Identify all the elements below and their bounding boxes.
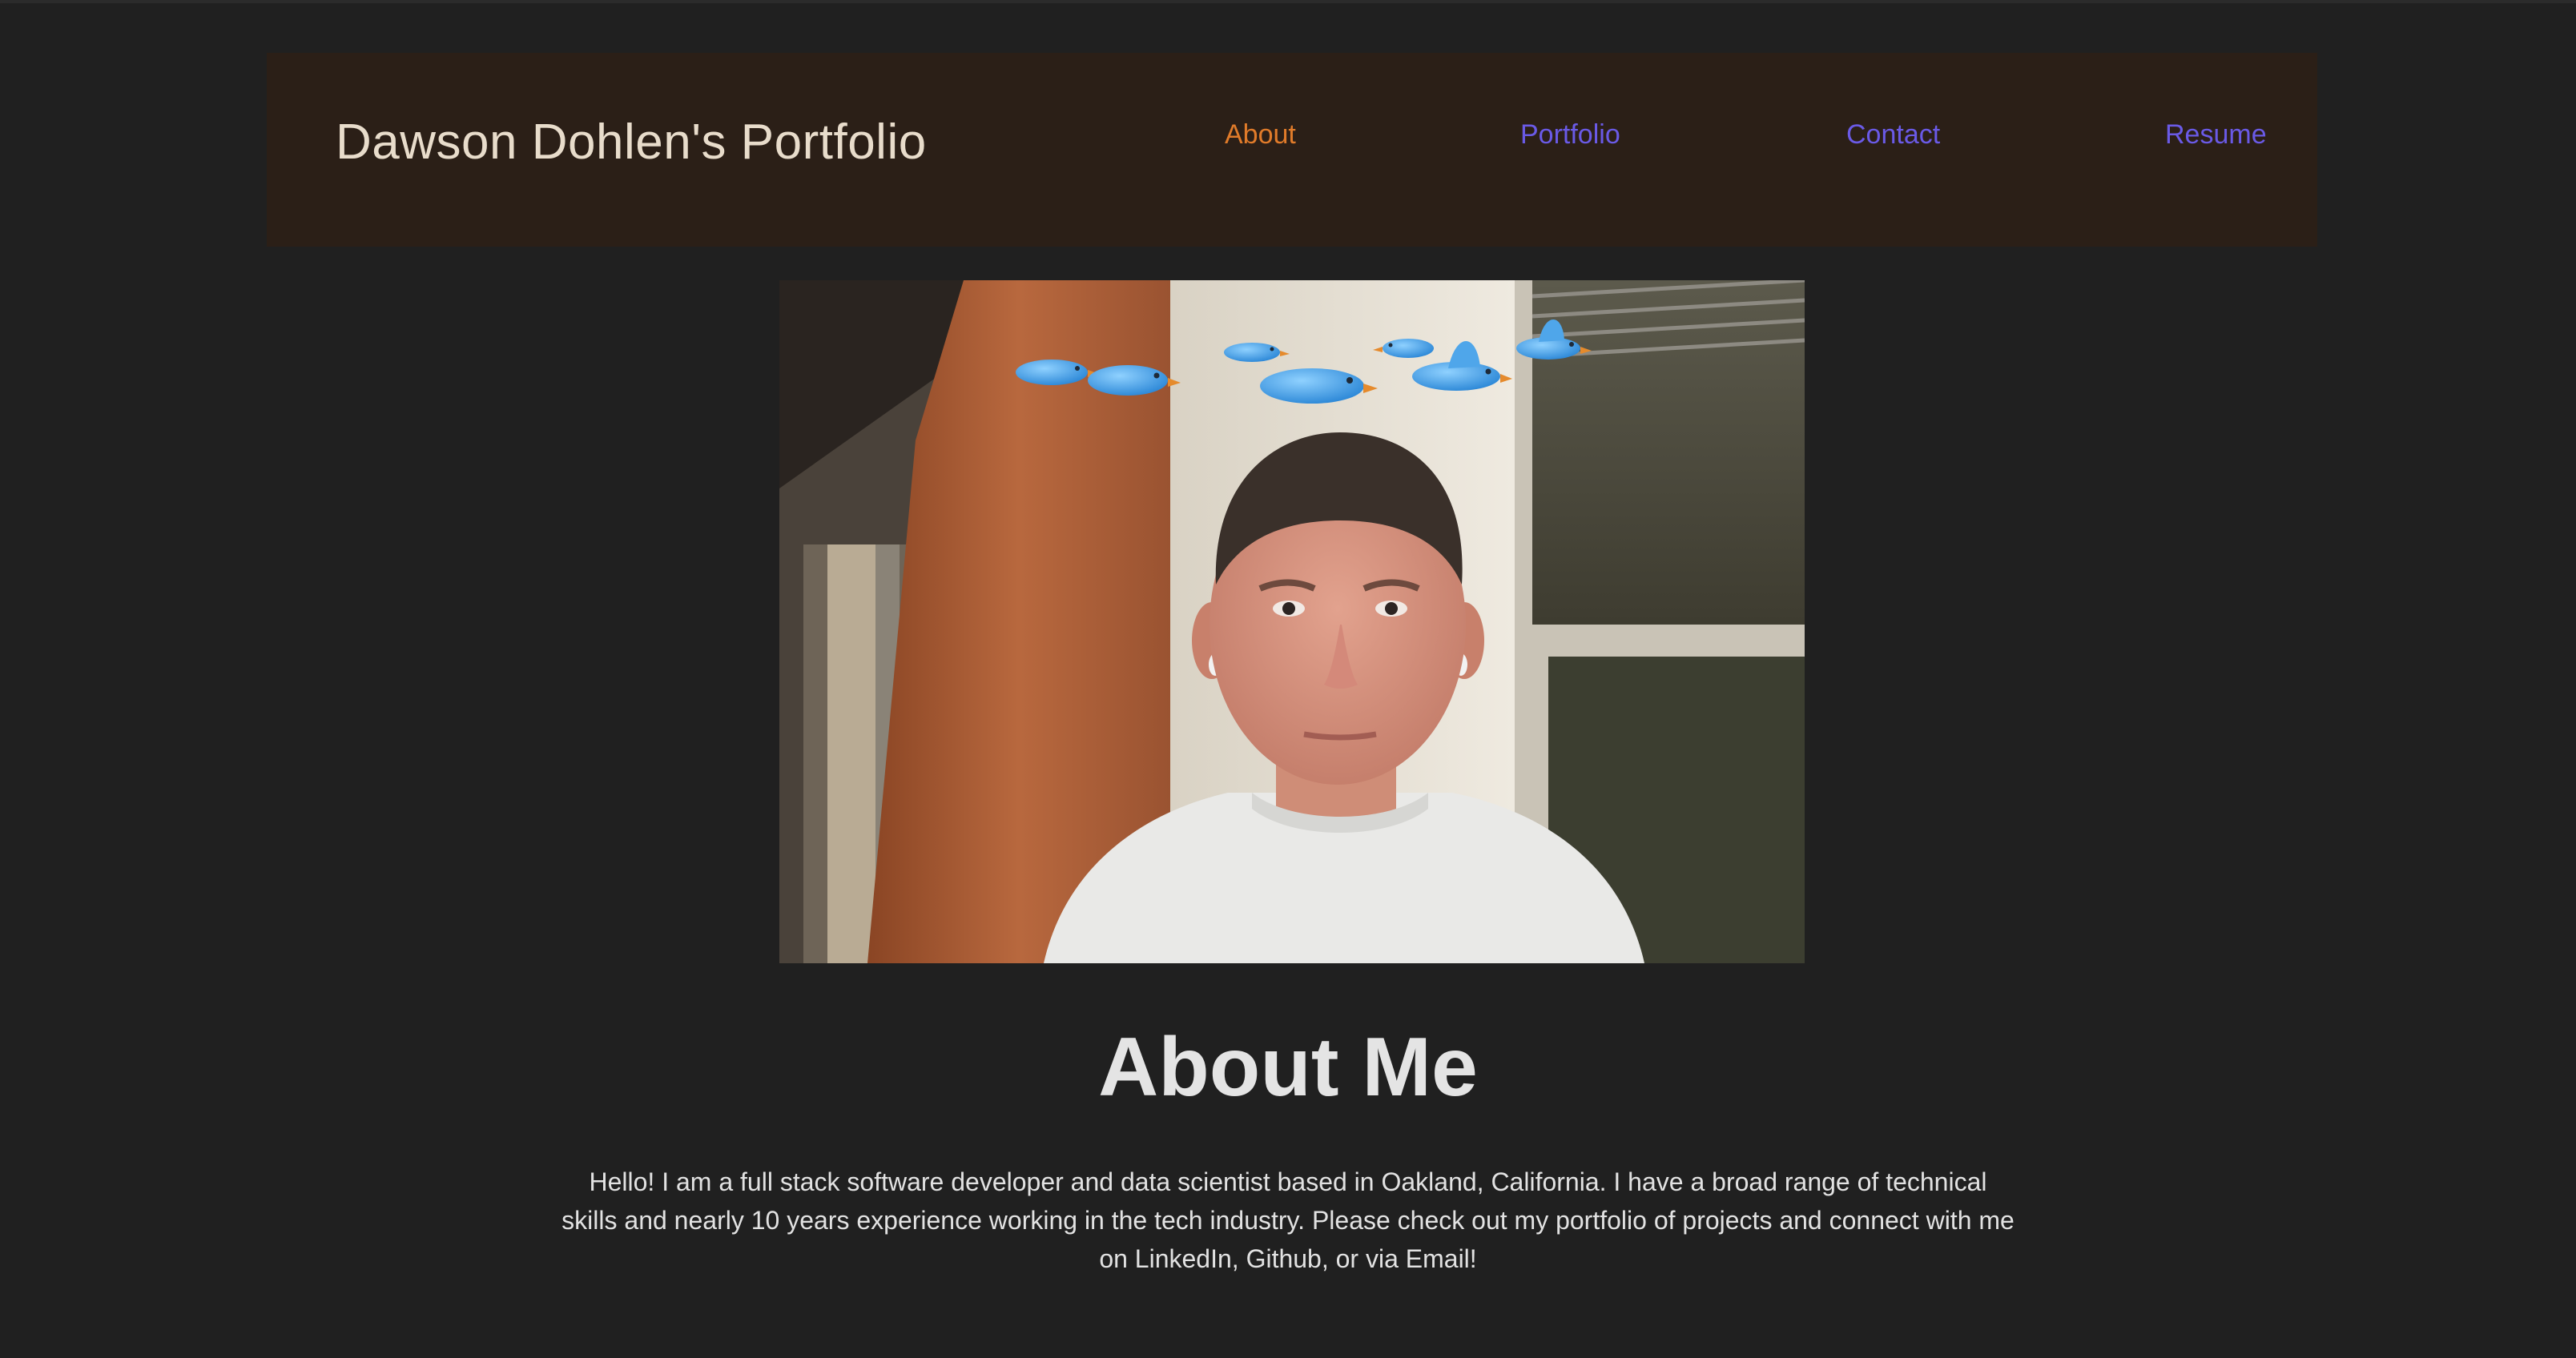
- site-title: Dawson Dohlen's Portfolio: [336, 115, 927, 170]
- profile-photo: [779, 280, 1805, 963]
- site-header: Dawson Dohlen's Portfolio About Portfoli…: [267, 53, 2317, 247]
- nav-link-resume[interactable]: Resume: [2165, 117, 2267, 152]
- nav-link-contact[interactable]: Contact: [1846, 117, 1940, 152]
- nav-link-portfolio[interactable]: Portfolio: [1520, 117, 1620, 152]
- nav-link-about[interactable]: About: [1225, 117, 1296, 152]
- about-heading: About Me: [1098, 1021, 1478, 1114]
- about-paragraph: Hello! I am a full stack software develo…: [561, 1167, 2015, 1273]
- browser-top-edge: [0, 0, 2576, 3]
